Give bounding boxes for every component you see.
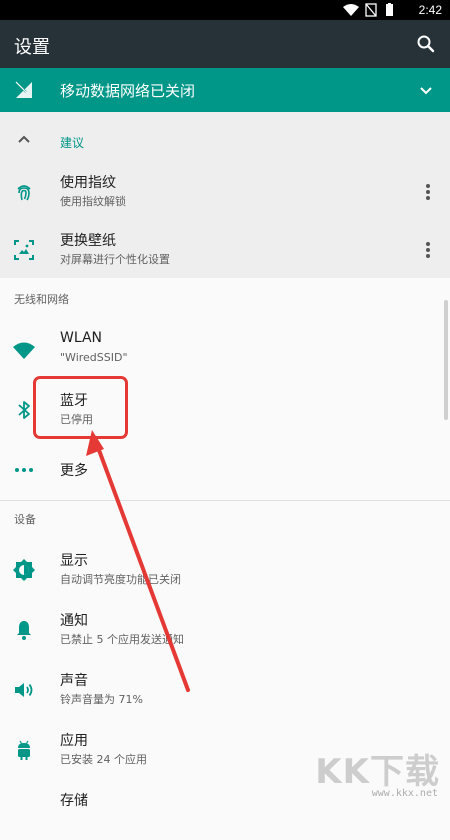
setting-wlan[interactable]: WLAN "WiredSSID" — [0, 320, 450, 380]
suggestions-panel: 建议 使用指纹 使用指纹解锁 更换壁纸 对屏幕进行个性化设置 — [0, 112, 450, 278]
setting-sound[interactable]: 声音 铃声音量为 71% — [0, 660, 450, 720]
suggestion-subtitle: 对屏幕进行个性化设置 — [60, 253, 170, 266]
setting-title: 声音 — [60, 673, 88, 689]
page-title: 设置 — [14, 37, 50, 58]
more-vert-icon[interactable] — [416, 180, 440, 204]
battery-icon — [386, 4, 393, 16]
suggestion-title: 使用指纹 — [60, 175, 116, 191]
bell-icon — [17, 621, 31, 640]
status-icons — [343, 3, 393, 17]
volume-icon — [15, 683, 33, 697]
section-header-wireless: 无线和网络 — [14, 293, 69, 306]
setting-title: 通知 — [60, 613, 88, 629]
android-icon — [18, 740, 30, 760]
mobile-data-banner[interactable]: 移动数据网络已关闭 — [0, 68, 450, 112]
section-header-device: 设备 — [14, 513, 36, 526]
suggestions-label: 建议 — [60, 136, 85, 150]
suggestion-wallpaper[interactable]: 更换壁纸 对屏幕进行个性化设置 — [0, 220, 450, 280]
clock: 2:42 — [418, 3, 442, 17]
setting-title: 更多 — [60, 463, 88, 479]
setting-display[interactable]: 显示 自动调节亮度功能已关闭 — [0, 540, 450, 600]
suggestion-title: 更换壁纸 — [60, 233, 116, 249]
app-bar: 设置 — [0, 20, 450, 68]
search-icon — [417, 35, 435, 53]
setting-more[interactable]: 更多 — [0, 440, 450, 500]
setting-subtitle: 已禁止 5 个应用发送通知 — [60, 633, 184, 646]
scrollbar[interactable] — [444, 300, 448, 420]
annotation-highlight-box — [33, 376, 128, 439]
fingerprint-icon — [17, 185, 31, 201]
setting-subtitle: 自动调节亮度功能已关闭 — [60, 573, 181, 586]
chevron-up-icon — [18, 135, 30, 143]
watermark: KK下载 www.kkx.net — [315, 744, 440, 799]
setting-subtitle: 已安装 24 个应用 — [60, 753, 147, 766]
wifi-icon — [343, 4, 359, 16]
watermark-url: www.kkx.net — [371, 788, 438, 799]
suggestion-fingerprint[interactable]: 使用指纹 使用指纹解锁 — [0, 162, 450, 222]
brightness-icon — [13, 559, 35, 581]
suggestion-subtitle: 使用指纹解锁 — [60, 195, 126, 208]
setting-subtitle: 铃声音量为 71% — [60, 693, 143, 706]
suggestions-header[interactable]: 建议 — [0, 112, 450, 168]
setting-notifications[interactable]: 通知 已禁止 5 个应用发送通知 — [0, 600, 450, 660]
more-horiz-icon — [15, 468, 33, 472]
setting-subtitle: "WiredSSID" — [60, 351, 128, 364]
wallpaper-icon — [14, 240, 34, 260]
setting-title: WLAN — [60, 330, 103, 346]
more-vert-icon[interactable] — [416, 238, 440, 262]
section-divider — [0, 500, 450, 501]
chevron-down-icon[interactable] — [416, 80, 436, 100]
mobile-data-off-icon — [15, 81, 32, 98]
setting-title: 存储 — [60, 793, 88, 809]
setting-title: 显示 — [60, 553, 88, 569]
watermark-logo: KK下载 — [315, 752, 440, 792]
wifi-icon — [13, 342, 35, 359]
banner-label: 移动数据网络已关闭 — [60, 82, 196, 100]
status-bar: 2:42 — [0, 0, 450, 20]
search-button[interactable] — [410, 28, 442, 60]
setting-title: 应用 — [60, 733, 88, 749]
